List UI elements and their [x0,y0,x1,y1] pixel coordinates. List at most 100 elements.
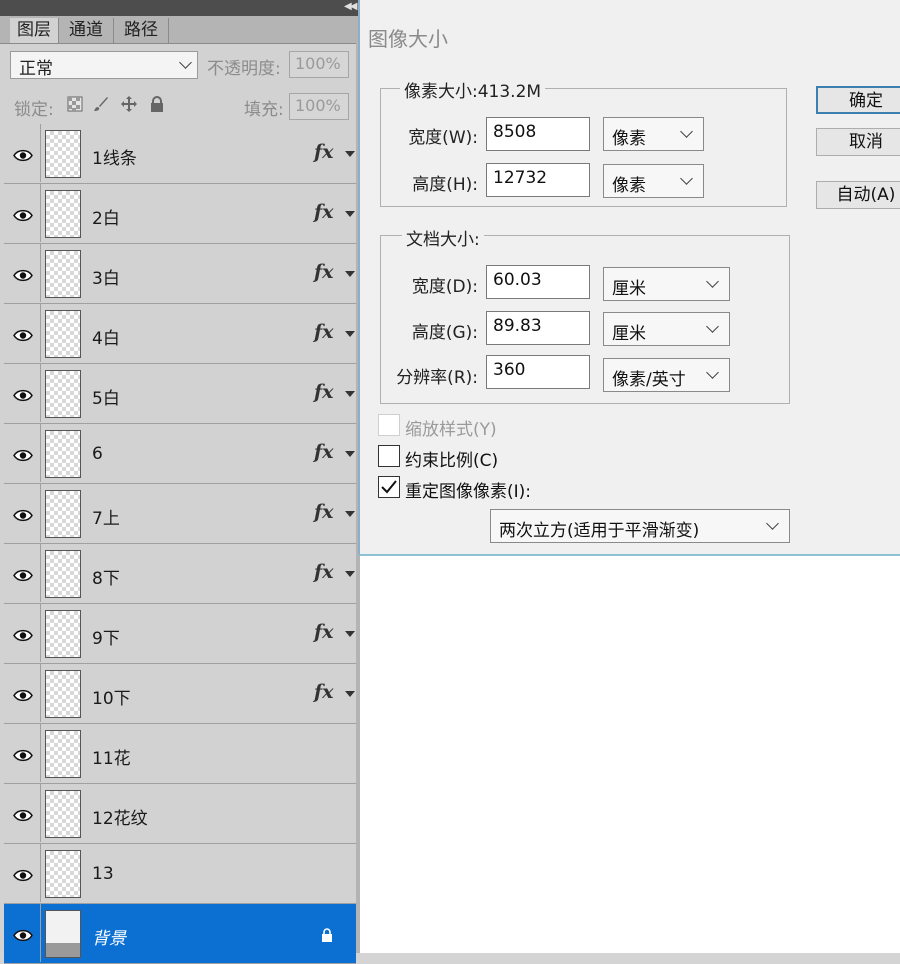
layer-thumbnail [45,430,81,478]
visibility-toggle[interactable] [4,124,41,182]
fx-icon[interactable]: fx [314,381,334,403]
expand-effects-icon[interactable] [345,211,355,217]
layer-name: 7上 [92,509,120,529]
expand-effects-icon[interactable] [345,271,355,277]
layer-row[interactable]: 3白 fx [4,244,356,304]
doc-width-unit: 厘米 [612,279,646,299]
layer-row[interactable]: 8下 fx [4,544,356,604]
scale-styles-checkbox[interactable] [378,414,400,436]
expand-effects-icon[interactable] [345,571,355,577]
layer-row[interactable]: 4白 fx [4,304,356,364]
resolution-label: 分辨率(R): [396,368,478,388]
document-size-label: 文档大小: [402,225,484,250]
pixel-width-input[interactable]: 8508 [486,117,590,151]
visibility-toggle[interactable] [4,364,41,422]
layer-row[interactable]: 13 [4,844,356,904]
tab-channels[interactable]: 通道 [59,18,114,43]
visibility-toggle[interactable] [4,184,41,242]
fx-icon[interactable]: fx [314,501,334,523]
visibility-toggle[interactable] [4,784,41,842]
expand-effects-icon[interactable] [345,691,355,697]
layer-thumbnail [45,730,81,778]
layer-list: 1线条 fx 2白 fx 3白 fx 4白 fx 5白 fx 6 fx 7上 fx 8下 fx 9下 fx 10下 f… [4,124,356,964]
tab-layers[interactable]: 图层 [10,18,59,43]
visibility-toggle[interactable] [4,664,41,722]
fx-icon[interactable]: fx [314,681,334,703]
doc-width-unit-select[interactable]: 厘米 [603,267,730,301]
constrain-proportions-checkbox[interactable] [378,445,400,467]
visibility-toggle[interactable] [4,244,41,302]
expand-effects-icon[interactable] [345,151,355,157]
expand-effects-icon[interactable] [345,451,355,457]
dialog-title: 图像大小 [368,27,448,51]
layer-row[interactable]: 1线条 fx [4,124,356,184]
layer-thumbnail [45,550,81,598]
visibility-toggle[interactable] [4,844,41,902]
layer-row[interactable]: 2白 fx [4,184,356,244]
pixel-height-input[interactable]: 12732 [486,163,590,197]
expand-effects-icon[interactable] [345,331,355,337]
fx-icon[interactable]: fx [314,141,334,163]
ok-button[interactable]: 确定 [816,86,900,114]
blend-mode-select[interactable]: 正常 [10,51,198,79]
resolution-input[interactable]: 360 [486,355,590,389]
resample-checkbox[interactable] [378,476,400,498]
opacity-input[interactable]: 100% [289,51,349,78]
chevron-down-icon [680,125,693,138]
resolution-unit-select[interactable]: 像素/英寸 [603,358,730,392]
brush-icon[interactable] [93,96,109,112]
fx-icon[interactable]: fx [314,441,334,463]
eye-icon [13,627,33,646]
layer-row[interactable]: 9下 fx [4,604,356,664]
tab-paths[interactable]: 路径 [114,18,169,43]
doc-height-input[interactable]: 89.83 [486,311,590,345]
doc-width-input[interactable]: 60.03 [486,265,590,299]
collapse-icon[interactable]: ◀◀ [344,1,357,12]
layer-thumbnail [45,910,81,958]
visibility-toggle[interactable] [4,304,41,362]
fx-icon[interactable]: fx [314,261,334,283]
resample-method-select[interactable]: 两次立方(适用于平滑渐变) [490,509,790,543]
layer-row[interactable]: 10下 fx [4,664,356,724]
pixel-height-unit-select[interactable]: 像素 [603,164,704,198]
eye-icon [13,687,33,706]
layer-row[interactable]: 11花 [4,724,356,784]
lock-transparency-icon[interactable] [67,96,83,112]
eye-icon [13,147,33,166]
auto-button[interactable]: 自动(A) [816,181,900,209]
move-icon[interactable] [121,96,137,112]
fx-icon[interactable]: fx [314,321,334,343]
cancel-button[interactable]: 取消 [816,128,900,156]
visibility-toggle[interactable] [4,724,41,782]
layer-name: 背景 [92,929,126,949]
layer-row[interactable]: 12花纹 [4,784,356,844]
doc-height-unit-select[interactable]: 厘米 [603,312,730,346]
visibility-toggle[interactable] [4,424,41,482]
fx-icon[interactable]: fx [314,621,334,643]
expand-effects-icon[interactable] [345,511,355,517]
visibility-toggle[interactable] [4,904,41,962]
fx-icon[interactable]: fx [314,561,334,583]
expand-effects-icon[interactable] [345,391,355,397]
layers-panel: ◀◀ 图层 通道 路径 正常 不透明度: 100% 锁定: 填充: 100% 1… [0,0,360,964]
layer-row[interactable]: 6 fx [4,424,356,484]
layer-name: 9下 [92,629,120,649]
layer-row[interactable]: 7上 fx [4,484,356,544]
visibility-toggle[interactable] [4,604,41,662]
layer-thumbnail [45,790,81,838]
layer-name: 4白 [92,329,120,349]
scale-styles-label: 缩放样式(Y) [405,420,497,440]
lock-icon[interactable] [149,96,165,112]
expand-effects-icon[interactable] [345,631,355,637]
fx-icon[interactable]: fx [314,201,334,223]
pixel-width-label: 宽度(W): [408,128,478,148]
layer-row[interactable]: 背景 [4,904,356,964]
fill-input[interactable]: 100% [289,93,349,120]
visibility-toggle[interactable] [4,484,41,542]
layer-name: 3白 [92,269,120,289]
visibility-toggle[interactable] [4,544,41,602]
layer-row[interactable]: 5白 fx [4,364,356,424]
eye-icon [13,327,33,346]
doc-height-label: 高度(G): [411,323,478,343]
pixel-width-unit-select[interactable]: 像素 [603,117,704,151]
